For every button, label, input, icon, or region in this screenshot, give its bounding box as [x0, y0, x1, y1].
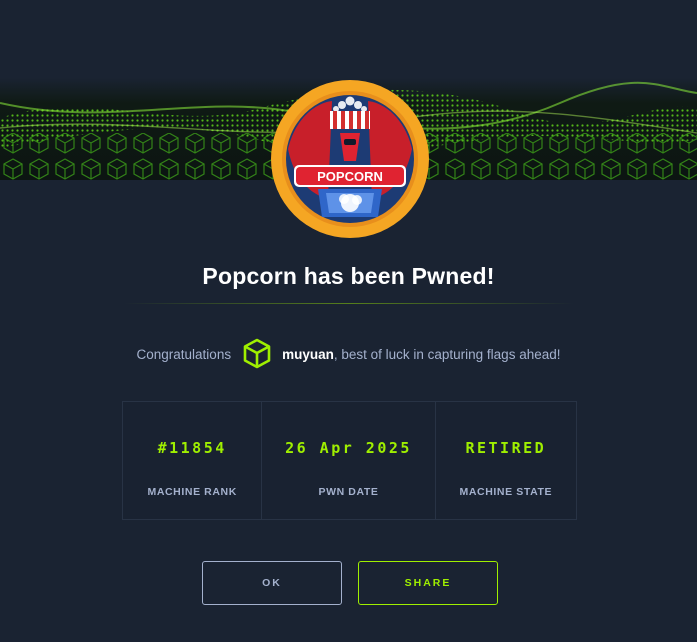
badge-logo-text: POPCORN	[317, 169, 383, 184]
pwned-title: Popcorn has been Pwned!	[202, 263, 495, 289]
stat-value: 26 Apr 2025	[285, 439, 412, 457]
congrats-prefix: Congratulations	[136, 346, 232, 362]
hackthebox-cube-icon	[243, 338, 271, 369]
stat-value: #11854	[157, 439, 227, 457]
ok-button[interactable]: OK	[202, 561, 342, 605]
stat-machine-rank: #11854 MACHINE RANK	[123, 402, 261, 519]
congrats-message: Congratulations muyuan , best of luck in…	[0, 336, 697, 372]
stat-value: RETIRED	[465, 439, 547, 457]
stats-panel: #11854 MACHINE RANK 26 Apr 2025 PWN DATE…	[122, 401, 577, 520]
stat-pwn-date: 26 Apr 2025 PWN DATE	[261, 402, 434, 519]
popcorn-machine-badge-icon: POPCORN	[270, 79, 430, 239]
pwned-modal: POPCORN Popcorn has been Pwned! Congratu…	[0, 0, 697, 642]
stat-machine-state: RETIRED MACHINE STATE	[434, 402, 576, 519]
title-divider	[124, 303, 574, 304]
congrats-suffix: , best of luck in capturing flags ahead!	[333, 346, 561, 362]
stat-label: MACHINE STATE	[459, 486, 553, 498]
share-button[interactable]: SHARE	[358, 561, 498, 605]
stat-label: MACHINE RANK	[147, 486, 237, 498]
username-link[interactable]: muyuan	[282, 347, 334, 362]
stat-label: PWN DATE	[318, 486, 379, 498]
